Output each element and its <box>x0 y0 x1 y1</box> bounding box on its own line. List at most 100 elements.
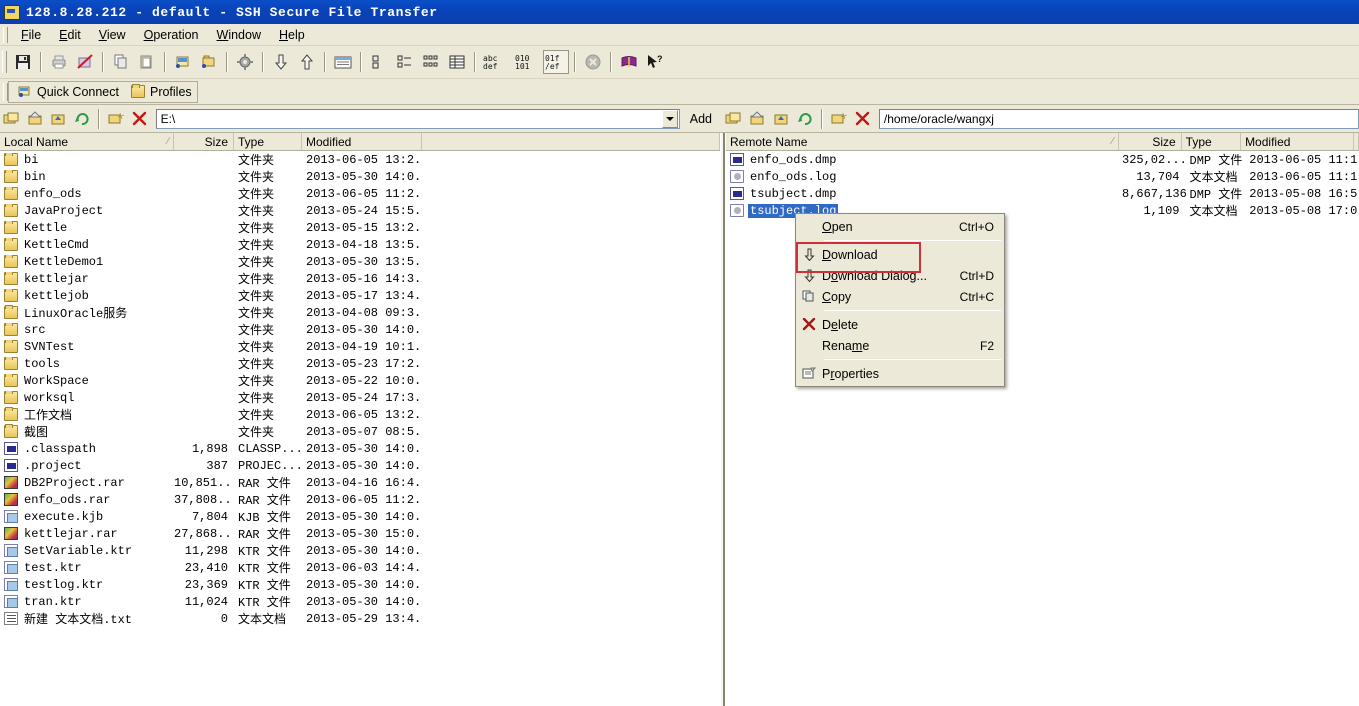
binary-transfer-icon[interactable]: 010 101 <box>513 50 541 74</box>
table-row[interactable]: 工作文档 文件夹 2013-06-05 13:2... <box>0 406 720 423</box>
table-row[interactable]: WorkSpace 文件夹 2013-05-22 10:0... <box>0 372 720 389</box>
local-header-size[interactable]: Size <box>174 133 234 150</box>
menu-operation[interactable]: Operation <box>135 26 208 44</box>
help-book-icon[interactable] <box>617 50 641 74</box>
gear-icon[interactable] <box>233 50 257 74</box>
menu-edit[interactable]: Edit <box>50 26 90 44</box>
small-icons-view-icon[interactable] <box>393 50 417 74</box>
remote-file-list[interactable]: enfo_ods.dmp 325,02... DMP 文件 2013-06-05 11… <box>726 151 1359 219</box>
table-row[interactable]: kettlejob 文件夹 2013-05-17 13:4... <box>0 287 720 304</box>
paste-icon[interactable] <box>135 50 159 74</box>
table-row[interactable]: 截图 文件夹 2013-05-07 08:5... <box>0 423 720 440</box>
table-row[interactable]: kettlejar 文件夹 2013-05-16 14:3... <box>0 270 720 287</box>
addressbar-separator <box>821 108 824 129</box>
menubar-grip[interactable] <box>3 26 8 43</box>
table-row[interactable]: bi 文件夹 2013-06-05 13:2... <box>0 151 720 168</box>
table-row[interactable]: enfo_ods.dmp 325,02... DMP 文件 2013-06-05 11… <box>726 151 1359 168</box>
table-row[interactable]: tsubject.dmp 8,667,136 DMP 文件 2013-05-08 16… <box>726 185 1359 202</box>
table-row[interactable]: SetVariable.ktr 11,298 KTR 文件 2013-05-30 14… <box>0 542 720 559</box>
local-home-folder-icon[interactable] <box>25 108 47 130</box>
menu-view[interactable]: View <box>90 26 135 44</box>
rar-icon <box>4 527 18 540</box>
ascii-transfer-icon[interactable]: abc def <box>481 50 511 74</box>
auto-transfer-icon[interactable]: 01f/ef <box>543 50 569 74</box>
local-file-list[interactable]: bi 文件夹 2013-06-05 13:2... bin 文件夹 2013-05-30 … <box>0 151 720 627</box>
table-row[interactable]: execute.kjb 7,804 KJB 文件 2013-05-30 14:0... <box>0 508 720 525</box>
print-icon[interactable] <box>47 50 71 74</box>
details-view-icon[interactable] <box>445 50 469 74</box>
table-row[interactable]: enfo_ods.log 13,704 文本文档 2013-06-05 11:1... <box>726 168 1359 185</box>
local-header-name[interactable]: Local Name ⁄ <box>0 133 174 150</box>
table-row[interactable]: worksql 文件夹 2013-05-24 17:3... <box>0 389 720 406</box>
remote-home-folder-icon[interactable] <box>747 108 769 130</box>
context-menu-item[interactable]: Rename F2 <box>796 335 1004 356</box>
transfer-window-icon[interactable] <box>331 50 355 74</box>
local-refresh-icon[interactable] <box>72 108 94 130</box>
file-size-cell: 325,02... <box>1122 152 1186 167</box>
new-terminal-icon[interactable] <box>171 50 195 74</box>
table-row[interactable]: tools 文件夹 2013-05-23 17:2... <box>0 355 720 372</box>
local-header-type[interactable]: Type <box>234 133 302 150</box>
menu-help[interactable]: Help <box>270 26 314 44</box>
chevron-down-icon[interactable] <box>661 109 678 128</box>
table-row[interactable]: JavaProject 文件夹 2013-05-24 15:5... <box>0 202 720 219</box>
table-row[interactable]: KettleCmd 文件夹 2013-04-18 13:5... <box>0 236 720 253</box>
remote-parent-folder-icon[interactable] <box>723 108 745 130</box>
profiles-button[interactable]: Profiles <box>127 83 200 101</box>
upload-icon[interactable] <box>295 50 319 74</box>
table-row[interactable]: .project 387 PROJEC... 2013-05-30 14:0... <box>0 457 720 474</box>
table-row[interactable]: SVNTest 文件夹 2013-04-19 10:1... <box>0 338 720 355</box>
remote-path-field[interactable]: /home/oracle/wangxj <box>878 108 1359 129</box>
local-delete-icon[interactable] <box>129 108 151 130</box>
context-menu-item[interactable]: Delete <box>796 314 1004 335</box>
table-row[interactable]: LinuxOracle服务 文件夹 2013-04-08 09:3... <box>0 304 720 321</box>
local-up-folder-icon[interactable] <box>48 108 70 130</box>
menu-file[interactable]: FFileile <box>12 26 50 44</box>
save-icon[interactable] <box>11 50 35 74</box>
print-preview-disabled-icon[interactable] <box>73 50 97 74</box>
table-row[interactable]: KettleDemo1 文件夹 2013-05-30 13:5... <box>0 253 720 270</box>
add-favorite-button[interactable]: Add <box>680 110 722 128</box>
remote-refresh-icon[interactable] <box>794 108 816 130</box>
table-row[interactable]: src 文件夹 2013-05-30 14:0... <box>0 321 720 338</box>
remote-header-modified[interactable]: Modified <box>1241 133 1354 150</box>
local-parent-folder-icon[interactable] <box>1 108 23 130</box>
context-menu-item[interactable]: Open Ctrl+O <box>796 216 1004 237</box>
copy-icon[interactable] <box>109 50 133 74</box>
table-row[interactable]: bin 文件夹 2013-05-30 14:0... <box>0 168 720 185</box>
toolbar-grip[interactable] <box>2 51 7 73</box>
table-row[interactable]: 新建 文本文档.txt 0 文本文档 2013-05-29 13:4... <box>0 610 720 627</box>
table-row[interactable]: Kettle 文件夹 2013-05-15 13:2... <box>0 219 720 236</box>
context-help-icon[interactable]: ? <box>643 50 667 74</box>
context-menu-item[interactable]: Copy Ctrl+C <box>796 286 1004 307</box>
quick-connect-button[interactable]: Quick Connect <box>14 83 127 101</box>
table-row[interactable]: tran.ktr 11,024 KTR 文件 2013-05-30 14:0... <box>0 593 720 610</box>
download-icon[interactable] <box>269 50 293 74</box>
remote-file-context-menu[interactable]: Open Ctrl+O Download Download Dialog... Ctrl… <box>795 213 1005 387</box>
local-path-combo[interactable]: E:\ <box>155 108 680 129</box>
context-menu-item[interactable]: Download Dialog... Ctrl+D <box>796 265 1004 286</box>
file-name-label: bi <box>24 152 39 167</box>
remote-new-folder-icon[interactable] <box>828 108 850 130</box>
table-row[interactable]: enfo_ods.rar 37,808... RAR 文件 2013-06-05 11… <box>0 491 720 508</box>
table-row[interactable]: testlog.ktr 23,369 KTR 文件 2013-05-30 14:0..… <box>0 576 720 593</box>
table-row[interactable]: .classpath 1,898 CLASSP... 2013-05-30 14:0.… <box>0 440 720 457</box>
remote-header-size[interactable]: Size <box>1119 133 1182 150</box>
table-row[interactable]: kettlejar.rar 27,868... RAR 文件 2013-05-30 1… <box>0 525 720 542</box>
table-row[interactable]: DB2Project.rar 10,851... RAR 文件 2013-04-16 … <box>0 474 720 491</box>
remote-header-type[interactable]: Type <box>1182 133 1242 150</box>
remote-up-folder-icon[interactable] <box>771 108 793 130</box>
list-view-icon[interactable] <box>419 50 443 74</box>
table-row[interactable]: enfo_ods 文件夹 2013-06-05 11:2... <box>0 185 720 202</box>
table-row[interactable]: test.ktr 23,410 KTR 文件 2013-06-03 14:4... <box>0 559 720 576</box>
remote-delete-icon[interactable] <box>852 108 874 130</box>
large-icons-view-icon[interactable] <box>367 50 391 74</box>
local-new-folder-icon[interactable] <box>105 108 127 130</box>
local-header-modified[interactable]: Modified <box>302 133 422 150</box>
menu-window[interactable]: Window <box>208 26 270 44</box>
context-menu-item[interactable]: Download <box>796 244 1004 265</box>
new-file-transfer-icon[interactable] <box>197 50 221 74</box>
context-menu-item[interactable]: Properties <box>796 363 1004 384</box>
remote-header-name[interactable]: Remote Name ⁄ <box>726 133 1119 150</box>
stop-icon[interactable] <box>581 50 605 74</box>
